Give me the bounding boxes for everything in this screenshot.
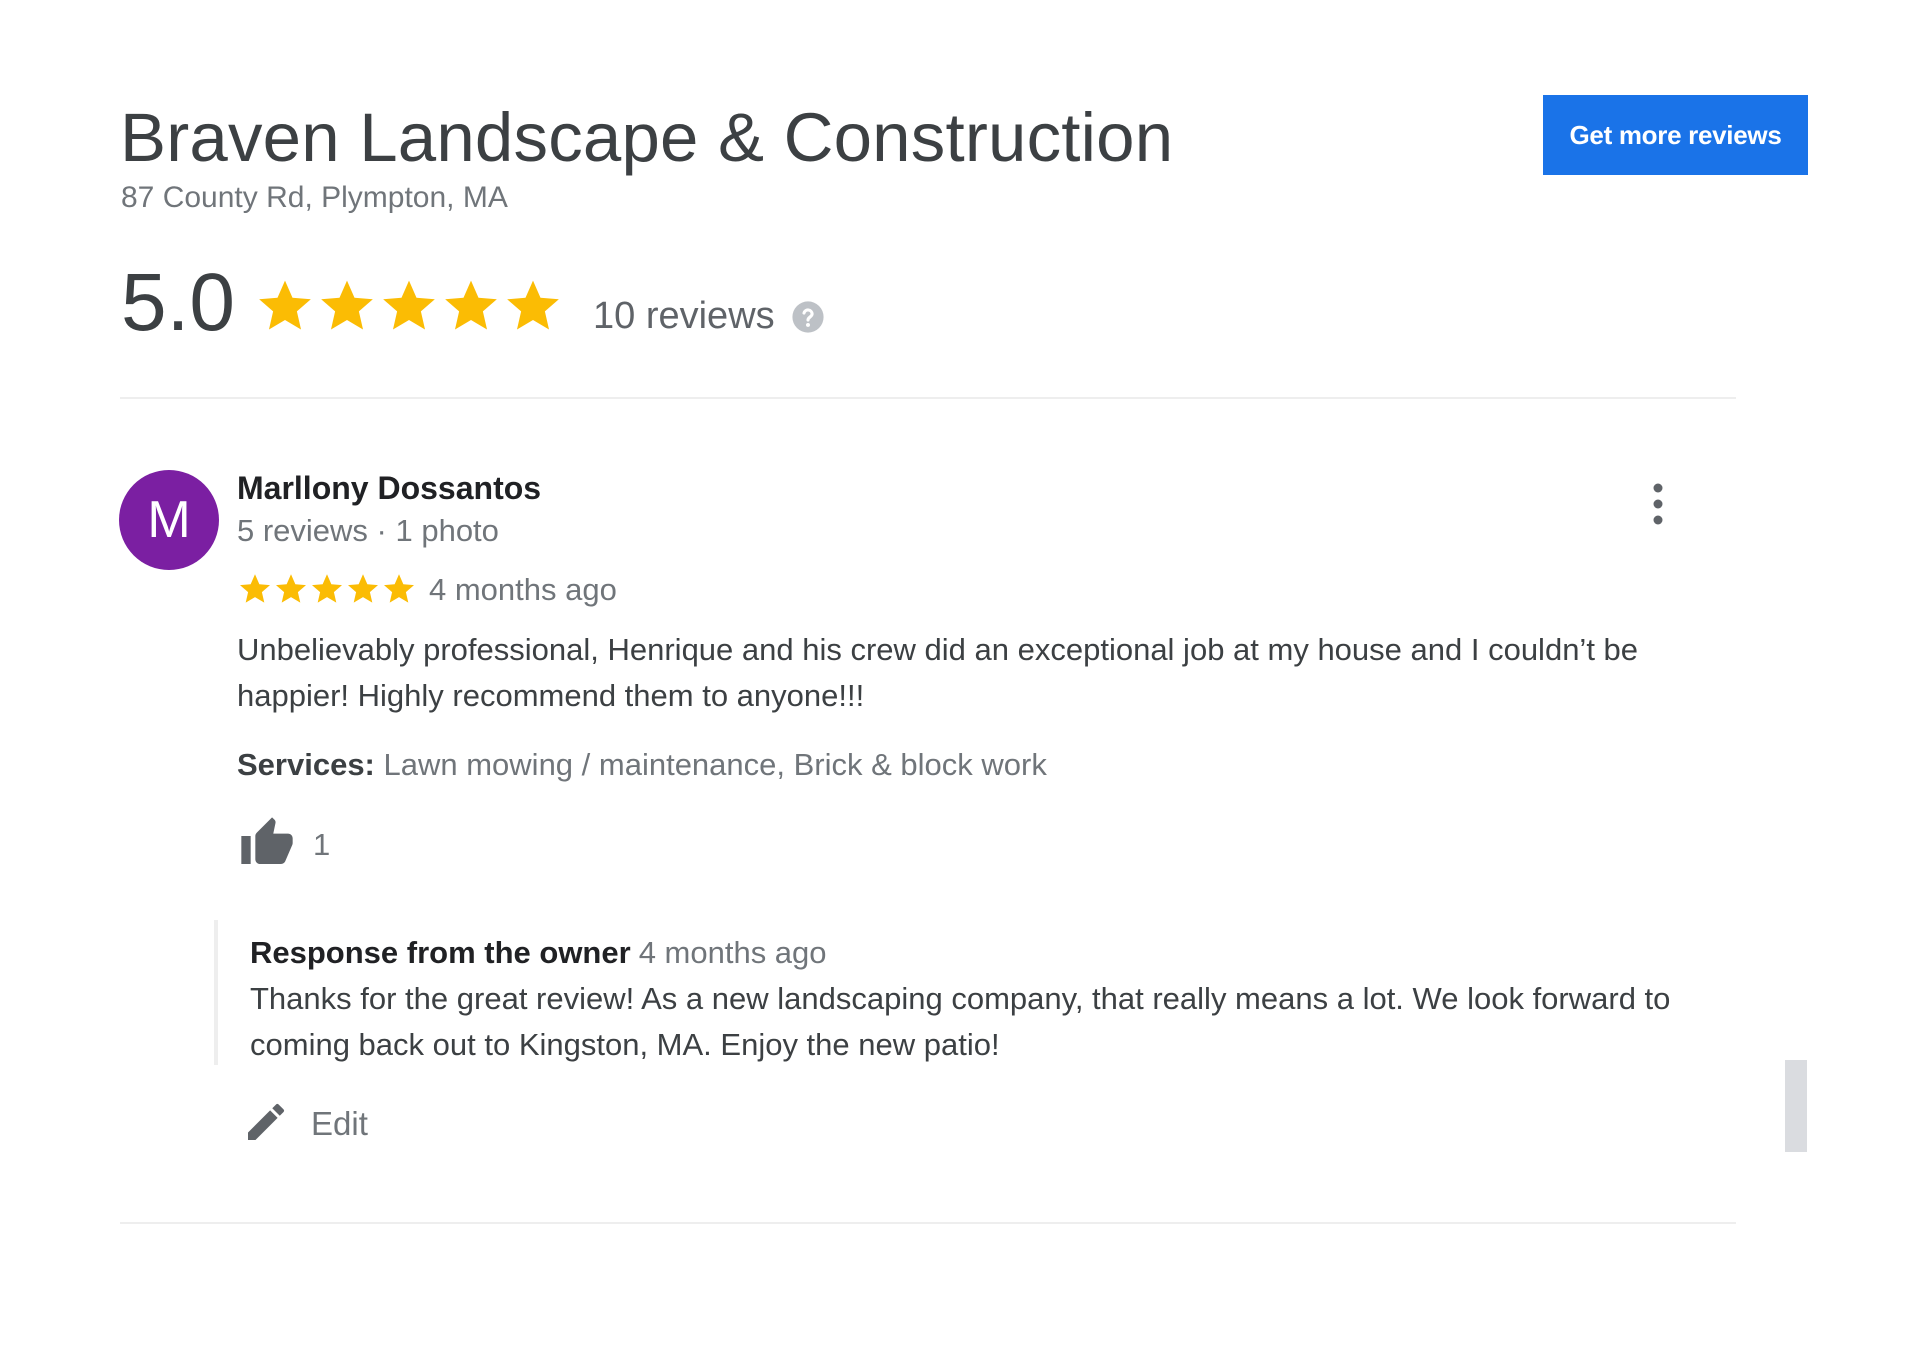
- pencil-icon[interactable]: [242, 1098, 290, 1146]
- section-divider: [120, 1222, 1736, 1224]
- star-icon: [276, 574, 306, 603]
- overall-rating: 5.0: [121, 257, 235, 348]
- owner-response-date: 4 months ago: [638, 935, 827, 970]
- like-count: 1: [313, 827, 331, 862]
- section-divider: [120, 397, 1736, 399]
- owner-response-text: Thanks for the great review! As a new la…: [250, 981, 1671, 1062]
- get-more-reviews-button[interactable]: Get more reviews: [1543, 95, 1808, 175]
- star-icon: [383, 280, 435, 330]
- business-name: Braven Landscape & Construction: [120, 99, 1174, 176]
- reviewer-meta: 5 reviews · 1 photo: [237, 513, 499, 548]
- review-text: Unbelievably professional, Henrique and …: [237, 632, 1639, 713]
- help-circle-icon[interactable]: [791, 300, 825, 334]
- edit-response-button[interactable]: Edit: [311, 1104, 368, 1144]
- thumbs-up-icon[interactable]: [237, 815, 297, 871]
- star-icon: [259, 280, 311, 330]
- star-icon: [240, 574, 270, 603]
- star-icon: [348, 574, 378, 603]
- business-address: 87 County Rd, Plympton, MA: [121, 181, 508, 214]
- reviewer-name[interactable]: Marllony Dossantos: [237, 469, 541, 507]
- star-icon: [507, 280, 559, 330]
- more-vertical-icon[interactable]: [1640, 480, 1676, 528]
- avatar[interactable]: M: [119, 470, 219, 570]
- business-reviews-panel: Braven Landscape & Construction 87 Count…: [0, 0, 1920, 1368]
- owner-response-label: Response from the owner: [250, 935, 631, 970]
- owner-response-border: [214, 920, 218, 1065]
- overall-star-rating: [254, 274, 564, 338]
- services-value: Lawn mowing / maintenance, Brick & block…: [374, 747, 1047, 782]
- star-icon: [445, 280, 497, 330]
- star-icon: [384, 574, 414, 603]
- review-star-rating: [237, 570, 417, 608]
- total-reviews-count: 10 reviews: [593, 295, 775, 337]
- scrollbar-thumb[interactable]: [1785, 1060, 1807, 1152]
- review-services: Services: Lawn mowing / maintenance, Bri…: [237, 746, 1047, 784]
- services-label: Services:: [237, 747, 375, 782]
- owner-response-header: Response from the owner 4 months ago: [250, 934, 827, 972]
- star-icon: [321, 280, 373, 330]
- star-icon: [312, 574, 342, 603]
- review-date: 4 months ago: [429, 572, 617, 607]
